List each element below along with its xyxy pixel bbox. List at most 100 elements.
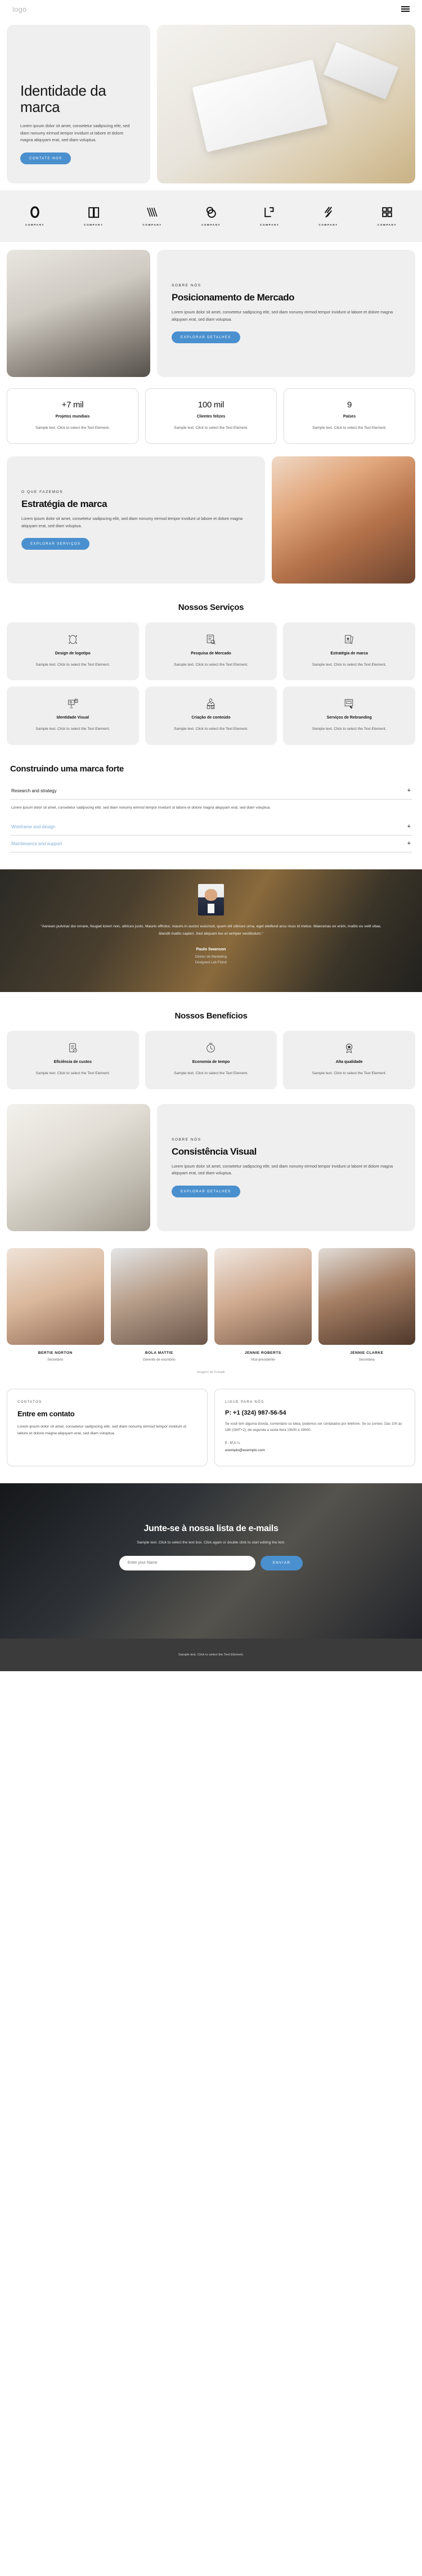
benefit-description: Sample text. Click to select the Text El…	[312, 1071, 387, 1076]
stat-number: +7 mil	[61, 400, 84, 410]
strategy-eyebrow: O QUE FAZEMOS	[21, 490, 64, 495]
service-description: Sample text. Click to select the Text El…	[35, 727, 110, 731]
consistency-section: SOBRE NÓS Consistência Visual Lorem ipsu…	[0, 1089, 422, 1231]
strategy-image	[272, 456, 415, 584]
content-creation-icon	[153, 698, 270, 710]
service-card[interactable]: Identidade Visual Sample text. Click to …	[7, 686, 139, 745]
about-cta-row: EXPLORAR DETALHES	[172, 331, 401, 343]
logo-design-icon	[15, 634, 131, 645]
benefits-heading: Nossos Benefícios	[174, 1011, 248, 1021]
accordion-header[interactable]: Maintenance and support +	[10, 836, 412, 852]
company-logo-icon	[146, 207, 158, 217]
member-name: BERTIE NORTON	[38, 1351, 73, 1356]
call-label: LIGUE PARA NÓS	[225, 1401, 264, 1404]
about-cta-button[interactable]: EXPLORAR DETALHES	[172, 331, 240, 343]
company-logo-icon	[88, 207, 100, 218]
team-member: BOLA MATTIE Gerente de escritório	[110, 1247, 208, 1362]
phone-number[interactable]: P: +1 (324) 987-56-54	[225, 1410, 405, 1416]
stat-card: +7 mil Projetos mundiais Sample text. Cl…	[7, 388, 138, 445]
stat-label: Clientes felizes	[196, 415, 226, 419]
about-title: Posicionamento de Mercado	[172, 292, 295, 303]
team-grid: BERTIE NORTON Secretário BOLA MATTIE Ger…	[0, 1231, 422, 1362]
newsletter-title: Junte-se à nossa lista de e-mails	[143, 1523, 279, 1533]
stat-card: 100 mil Clientes felizes Sample text. Cl…	[145, 388, 277, 445]
image-credit[interactable]: Imagem de Freepik	[0, 1362, 422, 1374]
hero-cta-row: CONTATE-NOS	[20, 152, 137, 164]
stat-number: 9	[347, 400, 352, 410]
accordion-header[interactable]: Wireframe and design +	[10, 819, 412, 835]
member-name: JENNIE CLARKE	[349, 1351, 384, 1356]
client-name: COMPANY	[201, 223, 221, 226]
accordion-label: Wireframe and design	[11, 824, 56, 830]
member-role: Gerente de escritório	[142, 1358, 176, 1362]
benefits-section: Nossos Benefícios Eficiência de custos S…	[0, 992, 422, 1089]
high-quality-icon	[291, 1042, 407, 1054]
testimonial-author: Paulo Swanson	[196, 946, 226, 952]
accordion-header[interactable]: Research and strategy +	[10, 783, 412, 799]
page-root: logo Identidade da marca Lorem ipsum dol…	[0, 0, 422, 1671]
newsletter-submit-button[interactable]: ENVIAR	[260, 1555, 303, 1570]
strategy-description: Lorem ipsum dolor sit amet, consetetur s…	[21, 516, 243, 528]
site-logo[interactable]: logo	[12, 5, 26, 14]
avatar	[198, 884, 224, 916]
member-name: JENNIE ROBERTS	[244, 1351, 281, 1356]
service-title: Pesquisa de Mercado	[191, 652, 231, 656]
client-name: COMPANY	[377, 223, 397, 226]
plus-icon[interactable]: +	[407, 841, 411, 847]
team-member: JENNIE CLARKE Secretária	[318, 1247, 415, 1362]
newsletter-name-input[interactable]	[119, 1555, 255, 1570]
client-name: COMPANY	[142, 223, 162, 226]
benefit-card[interactable]: Eficiência de custos Sample text. Click …	[7, 1031, 139, 1089]
client-logo-item: COMPANY	[69, 205, 118, 226]
member-photo	[7, 1247, 104, 1345]
client-name: COMPANY	[25, 223, 45, 226]
burger-line	[401, 6, 410, 7]
service-card[interactable]: Criação de conteúdo Sample text. Click t…	[145, 686, 277, 745]
benefit-title: Economia de tempo	[192, 1060, 230, 1065]
member-name: BOLA MATTIE	[145, 1351, 173, 1356]
member-role: Vice-presidente	[250, 1358, 275, 1362]
service-description: Sample text. Click to select the Text El…	[312, 727, 387, 731]
benefit-card[interactable]: Economia de tempo Sample text. Click to …	[145, 1031, 277, 1089]
member-photo	[110, 1247, 208, 1345]
email-address[interactable]: exemplo@exemplo.com	[225, 1448, 405, 1452]
testimonial-section: "Aenean pulvinar dui ornare, feugiat lor…	[0, 869, 422, 993]
contact-title: Entre em contato	[17, 1410, 75, 1419]
services-section: Nossos Serviços Design de logotipo Sampl…	[0, 584, 422, 745]
benefits-grid: Eficiência de custos Sample text. Click …	[0, 1031, 422, 1089]
testimonial-role: Diretor de Marketing	[195, 954, 227, 959]
service-card[interactable]: Pesquisa de Mercado Sample text. Click t…	[145, 622, 277, 681]
strategy-cta-button[interactable]: EXPLORAR SERVIÇOS	[21, 538, 90, 550]
service-description: Sample text. Click to select the Text El…	[174, 663, 248, 667]
hamburger-menu-icon[interactable]	[401, 6, 410, 12]
service-card[interactable]: Design de logotipo Sample text. Click to…	[7, 622, 139, 681]
accordion-body: Lorem ipsum dolor sit amet, consetetur s…	[11, 805, 271, 810]
service-card[interactable]: Serviços de Rebranding Sample text. Clic…	[283, 686, 415, 745]
stat-label: Projetos mundiais	[55, 415, 90, 419]
hero-description: Lorem ipsum dolor sit amet, consetetur s…	[20, 123, 130, 143]
about-card: SOBRE NÓS Posicionamento de Mercado Lore…	[157, 250, 415, 377]
consistency-cta-button[interactable]: EXPLORAR DETALHES	[172, 1185, 240, 1197]
consistency-image	[7, 1103, 150, 1231]
member-photo	[214, 1247, 312, 1345]
member-role: Secretário	[47, 1358, 64, 1362]
about-image	[7, 250, 150, 377]
hero-card: Identidade da marca Lorem ipsum dolor si…	[7, 25, 150, 183]
services-heading: Nossos Serviços	[178, 603, 244, 613]
company-logo-icon	[324, 207, 332, 218]
brand-strategy-icon	[291, 634, 407, 645]
service-title: Criação de conteúdo	[191, 716, 231, 720]
consistency-description: Lorem ipsum dolor sit amet, consetetur s…	[172, 1163, 393, 1176]
stat-description: Sample text. Click to select the Text El…	[312, 426, 387, 430]
newsletter-section: Junte-se à nossa lista de e-mails Sample…	[0, 1483, 422, 1639]
hero-cta-button[interactable]: CONTATE-NOS	[20, 152, 71, 164]
service-title: Identidade Visual	[56, 716, 89, 720]
plus-icon[interactable]: +	[407, 824, 411, 830]
plus-icon[interactable]: +	[407, 787, 411, 794]
service-card[interactable]: Estratégia de marca Sample text. Click t…	[283, 622, 415, 681]
email-label: E-MAIL	[225, 1441, 241, 1445]
benefit-card[interactable]: Alta qualidade Sample text. Click to sel…	[283, 1031, 415, 1089]
footer-text: Sample text. Click to select the Text El…	[178, 1653, 244, 1657]
benefit-title: Eficiência de custos	[53, 1060, 92, 1065]
benefits-heading-wrap: Nossos Benefícios	[0, 992, 422, 1031]
